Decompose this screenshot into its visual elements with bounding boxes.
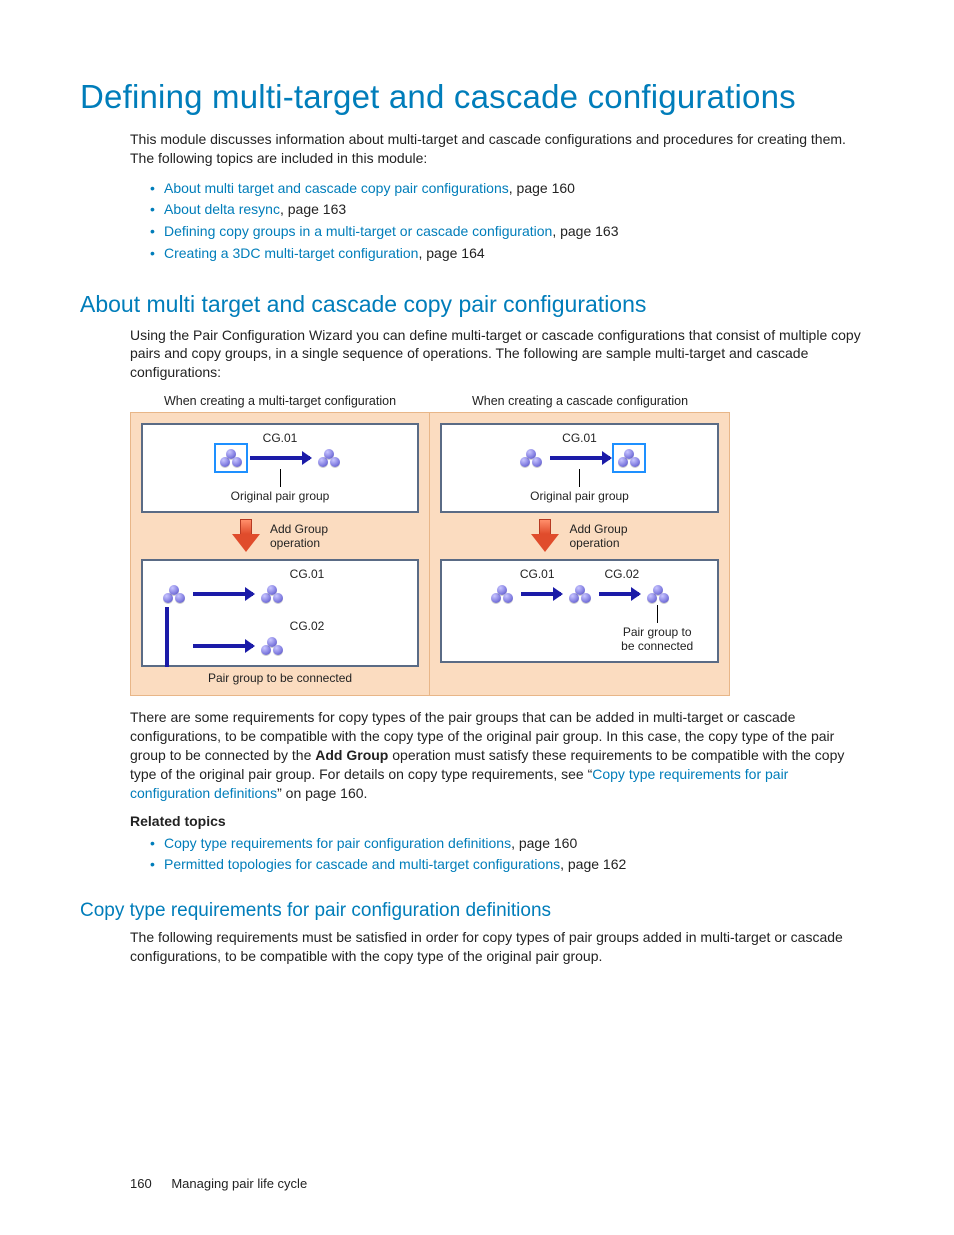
toc-link[interactable]: Creating a 3DC multi-target configuratio… <box>164 245 418 261</box>
storage-icon <box>518 447 544 469</box>
related-topics-heading: Related topics <box>130 813 874 829</box>
toc-item: Defining copy groups in a multi-target o… <box>150 221 874 243</box>
diagram-cascade-after: CG.01 CG.02 Pair group to be connected <box>440 559 719 663</box>
page-footer: 160 Managing pair life cycle <box>130 1176 307 1191</box>
bold-add-group: Add Group <box>315 747 388 763</box>
arrow-icon <box>193 592 253 596</box>
storage-icon <box>645 583 671 605</box>
related-suffix: , page 162 <box>560 856 626 872</box>
arrow-icon <box>521 592 561 596</box>
toc-suffix: , page 163 <box>280 201 346 217</box>
add-group-op: Add Group operation <box>141 513 419 559</box>
add-group-op: Add Group operation <box>440 513 719 559</box>
figure-caption-left: When creating a multi-target configurati… <box>130 392 430 412</box>
callout-original: Original pair group <box>450 489 709 503</box>
chapter-title: Managing pair life cycle <box>171 1176 307 1191</box>
diagram-multitarget-before: CG.01 Original pair group <box>141 423 419 513</box>
cg-label: CG.01 <box>151 431 409 445</box>
cg-label: CG.02 <box>205 619 409 633</box>
storage-icon <box>161 583 187 605</box>
section1-paragraph2: There are some requirements for copy typ… <box>130 708 864 802</box>
callout-connected-left: Pair group to be connected <box>141 671 419 685</box>
toc-link[interactable]: About delta resync <box>164 201 280 217</box>
related-item: Copy type requirements for pair configur… <box>150 833 874 855</box>
arrow-icon <box>193 644 253 648</box>
related-suffix: , page 160 <box>511 835 577 851</box>
figure-cell-top-right: CG.01 Original pair group Add Group oper… <box>430 413 729 695</box>
toc-list: About multi target and cascade copy pair… <box>150 178 874 265</box>
subsection-heading-copy-type: Copy type requirements for pair configur… <box>80 900 874 922</box>
add-group-label: Add Group operation <box>569 522 627 551</box>
cg-label: CG.01 <box>450 431 709 445</box>
related-topics-list: Copy type requirements for pair configur… <box>150 833 874 876</box>
toc-item: Creating a 3DC multi-target configuratio… <box>150 243 874 265</box>
related-item: Permitted topologies for cascade and mul… <box>150 854 874 876</box>
callout-original: Original pair group <box>151 489 409 503</box>
cg-label: CG.01 <box>520 567 555 581</box>
figure-caption-right: When creating a cascade configuration <box>430 392 730 412</box>
diagram-multitarget-after: CG.01 CG.02 <box>141 559 419 667</box>
vertical-connector <box>165 607 169 667</box>
toc-item: About multi target and cascade copy pair… <box>150 178 874 200</box>
section2-paragraph1: The following requirements must be satis… <box>130 928 864 966</box>
toc-suffix: , page 160 <box>509 180 575 196</box>
down-arrow-icon <box>531 519 559 553</box>
section-heading-about: About multi target and cascade copy pair… <box>80 291 874 318</box>
storage-icon <box>218 447 244 469</box>
add-group-label: Add Group operation <box>270 522 328 551</box>
callout-line <box>280 469 281 487</box>
cg-label: CG.01 <box>205 567 409 581</box>
configuration-figure: When creating a multi-target configurati… <box>130 392 730 696</box>
figure-row-top: CG.01 Original pair group Add Group oper… <box>130 412 730 696</box>
arrow-icon <box>599 592 639 596</box>
toc-item: About delta resync, page 163 <box>150 199 874 221</box>
figure-cell-top-left: CG.01 Original pair group Add Group oper… <box>131 413 430 695</box>
toc-suffix: , page 164 <box>418 245 484 261</box>
page-number: 160 <box>130 1176 152 1191</box>
intro-paragraph: This module discusses information about … <box>130 130 864 168</box>
toc-suffix: , page 163 <box>552 223 618 239</box>
storage-icon <box>567 583 593 605</box>
toc-link[interactable]: Defining copy groups in a multi-target o… <box>164 223 552 239</box>
down-arrow-icon <box>232 519 260 553</box>
cg-label: CG.02 <box>605 567 640 581</box>
callout-line <box>657 605 658 623</box>
storage-icon <box>616 447 642 469</box>
section1-paragraph1: Using the Pair Configuration Wizard you … <box>130 326 864 383</box>
page-title: Defining multi-target and cascade config… <box>80 78 874 116</box>
storage-icon <box>259 635 285 657</box>
page: Defining multi-target and cascade config… <box>0 0 954 1235</box>
related-link[interactable]: Copy type requirements for pair configur… <box>164 835 511 851</box>
callout-line <box>579 469 580 487</box>
arrow-icon <box>550 456 610 460</box>
storage-icon <box>259 583 285 605</box>
storage-icon <box>489 583 515 605</box>
toc-link[interactable]: About multi target and cascade copy pair… <box>164 180 509 196</box>
diagram-cascade-before: CG.01 Original pair group <box>440 423 719 513</box>
storage-icon <box>316 447 342 469</box>
related-link[interactable]: Permitted topologies for cascade and mul… <box>164 856 560 872</box>
callout-connected-right: Pair group to be connected <box>605 625 709 653</box>
arrow-icon <box>250 456 310 460</box>
